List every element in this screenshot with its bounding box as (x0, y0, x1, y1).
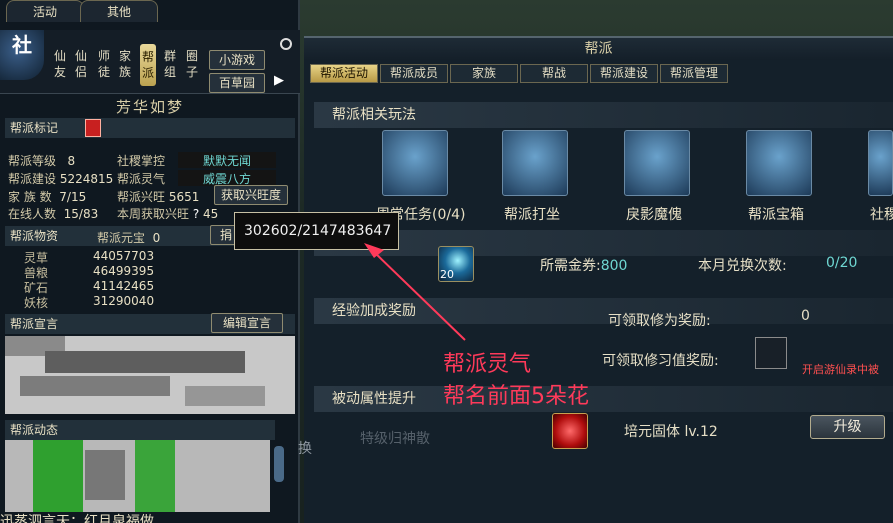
arrow-head (364, 243, 384, 258)
arrow-line (371, 249, 466, 341)
annotation-line2: 帮名前面5朵花 (443, 384, 589, 409)
annotation-line1: 帮派灵气 (443, 352, 532, 377)
game-ui-root: 活动 其他 社 仙友 仙侣 师徒 家族 帮派 群组 圈子 小游戏 百草园 ▶ 芳… (0, 0, 893, 523)
annotation-arrow (364, 243, 466, 341)
